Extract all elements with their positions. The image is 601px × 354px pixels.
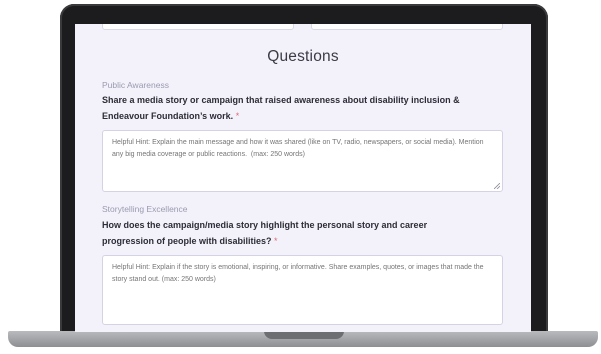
section-title: Questions <box>267 48 339 65</box>
previous-input-right[interactable] <box>311 24 503 30</box>
storytelling-excellence-textarea[interactable] <box>102 255 503 325</box>
question-line-1: How does the campaign/media story highli… <box>102 220 428 230</box>
public-awareness-textarea[interactable] <box>102 130 503 192</box>
resize-grip-icon[interactable] <box>494 183 500 189</box>
question-line-2: Endeavour Foundation’s work. * <box>102 110 240 121</box>
previous-input-left[interactable] <box>102 24 294 30</box>
required-marker: * <box>274 235 278 246</box>
question-category-public-awareness: Public Awareness <box>102 80 169 90</box>
question-line-2: progression of people with disabilities?… <box>102 235 278 246</box>
required-marker: * <box>235 110 240 121</box>
question-category-storytelling-excellence: Storytelling Excellence <box>102 204 188 214</box>
laptop-screen: Questions Public Awareness Share a media… <box>75 24 531 332</box>
question-line-1: Share a media story or campaign that rai… <box>102 95 460 105</box>
laptop-notch <box>264 331 344 339</box>
question-label-public-awareness: Share a media story or campaign that rai… <box>102 93 502 124</box>
question-label-storytelling-excellence: How does the campaign/media story highli… <box>102 218 502 249</box>
